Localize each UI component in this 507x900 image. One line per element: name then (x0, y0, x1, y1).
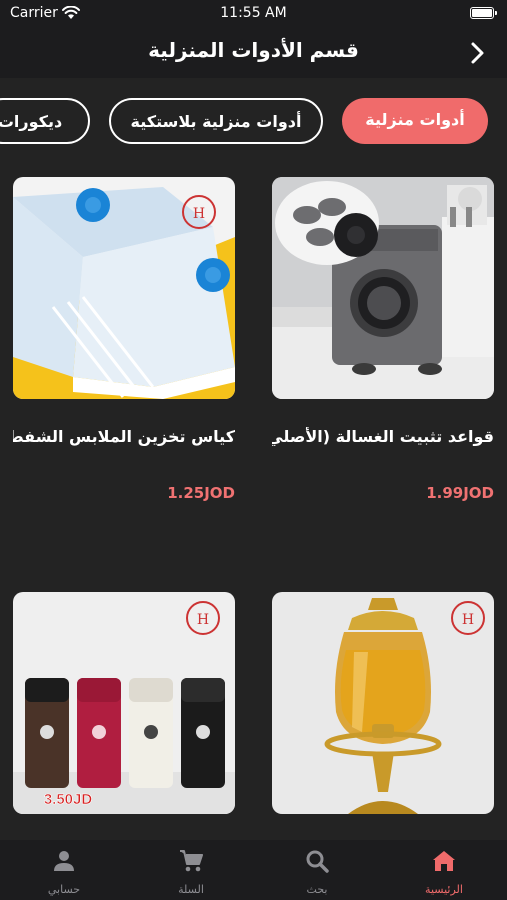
svg-text:H: H (462, 612, 474, 628)
tab-label: الرئيسية (425, 883, 463, 896)
battery-icon (470, 7, 497, 19)
product-price: 1.99JOD (426, 484, 494, 502)
category-chip-plastic-tools[interactable]: أدوات منزلية بلاستكية (109, 98, 323, 144)
tab-search[interactable]: بحث (262, 840, 372, 900)
nav-bar: قسم الأدوات المنزلية (0, 28, 507, 78)
product-image-gold-glass-dispenser[interactable]: H (272, 592, 494, 814)
cart-icon (180, 850, 203, 872)
content-area[interactable]: أدوات منزلية أدوات منزلية بلاستكية ديكور… (0, 78, 507, 840)
tab-cart[interactable]: السلة (136, 840, 246, 900)
product-name: كياس تخزين الملابس الشفط (13, 427, 235, 446)
product-image-washing-machine-feet[interactable] (272, 177, 494, 399)
tab-label: بحث (306, 883, 328, 896)
category-chip-decor[interactable]: ديكورات (0, 98, 90, 144)
search-icon (306, 850, 329, 873)
product-image-travel-mugs[interactable]: H 3.50JD (13, 592, 235, 814)
home-icon (433, 851, 455, 871)
tab-home[interactable]: الرئيسية (389, 840, 499, 900)
tab-label: حسابي (47, 883, 81, 896)
svg-text:H: H (193, 206, 205, 222)
tab-account[interactable]: حسابي (9, 840, 119, 900)
tab-label: السلة (178, 883, 204, 896)
product-image-vacuum-storage-bags[interactable]: H (13, 177, 235, 399)
svg-text:H: H (197, 612, 209, 628)
tab-bar: الرئيسية بحث السلة حسابي (0, 840, 507, 900)
category-chips: أدوات منزلية أدوات منزلية بلاستكية ديكور… (0, 98, 507, 146)
image-price-tag: 3.50JD (44, 791, 93, 808)
product-name: قواعد تثبيت الغسالة (الأصلي) (272, 427, 494, 446)
product-price: 1.25JOD (167, 484, 235, 502)
status-bar: Carrier 11:55 AM (0, 0, 507, 28)
category-chip-home-tools[interactable]: أدوات منزلية (342, 98, 488, 144)
page-title: قسم الأدوات المنزلية (148, 38, 359, 62)
person-icon (54, 851, 74, 871)
back-chevron-icon[interactable] (465, 39, 489, 67)
status-time: 11:55 AM (220, 5, 287, 21)
